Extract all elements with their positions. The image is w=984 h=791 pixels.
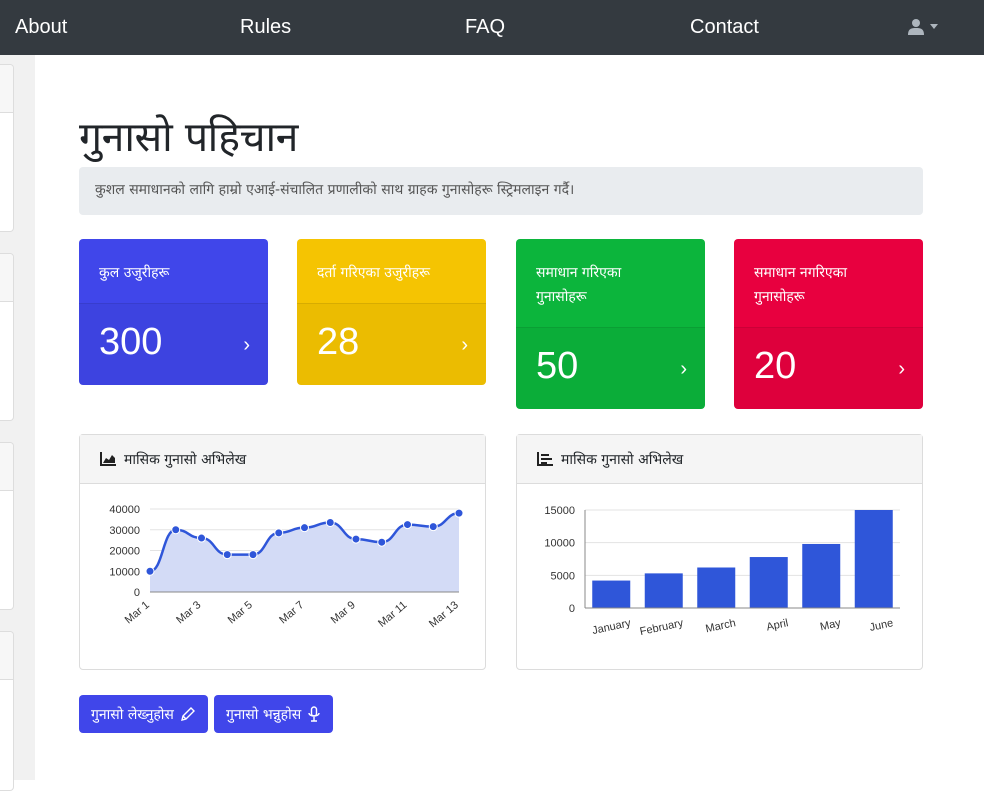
sidebar-card	[0, 631, 14, 791]
page-title: गुनासो पहिचान	[79, 113, 298, 161]
speak-complaint-label: गुनासो भन्नुहोस	[226, 706, 302, 723]
bar	[749, 557, 788, 608]
x-tick-label: February	[639, 617, 685, 638]
line-chart-card-header: मासिक गुनासो अभिलेख	[80, 435, 485, 484]
data-point	[274, 528, 284, 538]
data-point	[351, 534, 361, 544]
lead-text: कुशल समाधानको लागि हाम्रो एआई-संचालित प्…	[95, 182, 575, 198]
line-chart-card: मासिक गुनासो अभिलेख 0 10000 20000 30000 4000…	[79, 434, 486, 670]
left-sidebar	[0, 55, 35, 791]
y-tick-label: 10000	[544, 538, 575, 550]
stat-value: 300	[99, 321, 163, 363]
bar-chart-card-header: मासिक गुनासो अभिलेख	[517, 435, 922, 484]
sidebar-card	[0, 253, 14, 421]
data-point	[428, 522, 438, 532]
sidebar-card	[0, 64, 14, 232]
x-tick-label: May	[819, 617, 842, 633]
user-icon	[908, 19, 924, 35]
stat-value: 50	[536, 345, 579, 387]
bar	[592, 580, 631, 608]
data-point	[248, 550, 258, 560]
nav-about-link[interactable]: About	[15, 16, 67, 39]
x-tick-label: March	[704, 617, 736, 635]
stat-label: कुल उजुरीहरू	[79, 239, 268, 304]
line-chart: 0 10000 20000 30000 40000 Mar 1 Mar 3 Mar 5 Mar …	[109, 504, 464, 630]
write-complaint-button[interactable]: गुनासो लेख्नुहोस	[79, 695, 208, 733]
data-point	[197, 533, 206, 543]
area-chart-icon	[100, 452, 116, 466]
bar-chart-icon	[537, 452, 553, 466]
y-tick-label: 0	[569, 603, 575, 615]
nav-faq-link[interactable]: FAQ	[465, 16, 505, 39]
nav-rules-link[interactable]: Rules	[240, 16, 291, 39]
y-tick-label: 10000	[109, 566, 140, 578]
chevron-right-icon: ›	[680, 358, 687, 380]
microphone-icon	[308, 706, 320, 722]
stat-card-total-complaints[interactable]: कुल उजुरीहरू 300 ›	[79, 239, 268, 385]
x-tick-label: June	[869, 617, 895, 634]
x-tick-label: Mar 11	[376, 599, 409, 630]
lead-banner: कुशल समाधानको लागि हाम्रो एआई-संचालित प्…	[79, 167, 923, 215]
x-tick-label: Mar 13	[427, 599, 461, 630]
nav-contact-link[interactable]: Contact	[690, 16, 759, 39]
chevron-right-icon: ›	[898, 358, 905, 380]
data-point	[145, 566, 155, 576]
line-chart-title: मासिक गुनासो अभिलेख	[124, 451, 247, 468]
y-tick-label: 0	[134, 587, 140, 599]
stat-card-registered-complaints[interactable]: दर्ता गरिएका उजुरीहरू 28 ›	[297, 239, 486, 385]
chevron-right-icon: ›	[461, 334, 468, 356]
y-tick-label: 5000	[551, 570, 575, 582]
data-point	[222, 550, 232, 560]
top-navbar: About Rules FAQ Contact	[0, 0, 984, 55]
stat-value: 28	[317, 321, 360, 363]
x-tick-label: January	[591, 617, 632, 637]
x-tick-label: Mar 7	[277, 599, 306, 626]
stat-label: समाधान नगरिएका गुनासोहरू	[734, 239, 923, 328]
data-point	[300, 523, 309, 533]
chevron-down-icon	[930, 24, 938, 29]
speak-complaint-button[interactable]: गुनासो भन्नुहोस	[214, 695, 334, 733]
stat-card-unresolved-complaints[interactable]: समाधान नगरिएका गुनासोहरू 20 ›	[734, 239, 923, 409]
y-tick-label: 15000	[544, 505, 575, 517]
y-tick-label: 20000	[109, 546, 140, 558]
data-point	[454, 508, 464, 518]
x-tick-label: Mar 1	[123, 599, 152, 626]
write-complaint-label: गुनासो लेख्नुहोस	[91, 706, 174, 723]
bar	[854, 510, 893, 608]
stat-card-resolved-complaints[interactable]: समाधान गरिएका गुनासोहरू 50 ›	[516, 239, 705, 409]
x-tick-label: Mar 3	[174, 599, 203, 626]
data-point	[171, 525, 181, 535]
stat-label: समाधान गरिएका गुनासोहरू	[516, 239, 705, 328]
bar-chart: 0 5000 10000 15000 January February March April…	[544, 505, 900, 638]
data-point	[403, 520, 412, 530]
x-tick-label: April	[765, 617, 789, 633]
pencil-icon	[180, 707, 195, 721]
sidebar-card	[0, 442, 14, 610]
chevron-right-icon: ›	[243, 334, 250, 356]
y-tick-label: 30000	[109, 525, 140, 537]
stat-label: दर्ता गरिएका उजुरीहरू	[297, 239, 486, 304]
bar-chart-title: मासिक गुनासो अभिलेख	[561, 451, 684, 468]
bar	[802, 543, 841, 608]
data-point	[325, 517, 335, 527]
y-tick-label: 40000	[109, 504, 140, 516]
bar	[697, 567, 736, 608]
bar-chart-card: मासिक गुनासो अभिलेख 0 5000 10000 15000 Janua…	[516, 434, 923, 670]
stat-value: 20	[754, 345, 797, 387]
bar	[644, 573, 683, 608]
x-tick-label: Mar 5	[226, 599, 255, 626]
x-tick-label: Mar 9	[329, 599, 358, 626]
user-menu-dropdown[interactable]	[908, 18, 938, 35]
data-point	[377, 537, 387, 547]
